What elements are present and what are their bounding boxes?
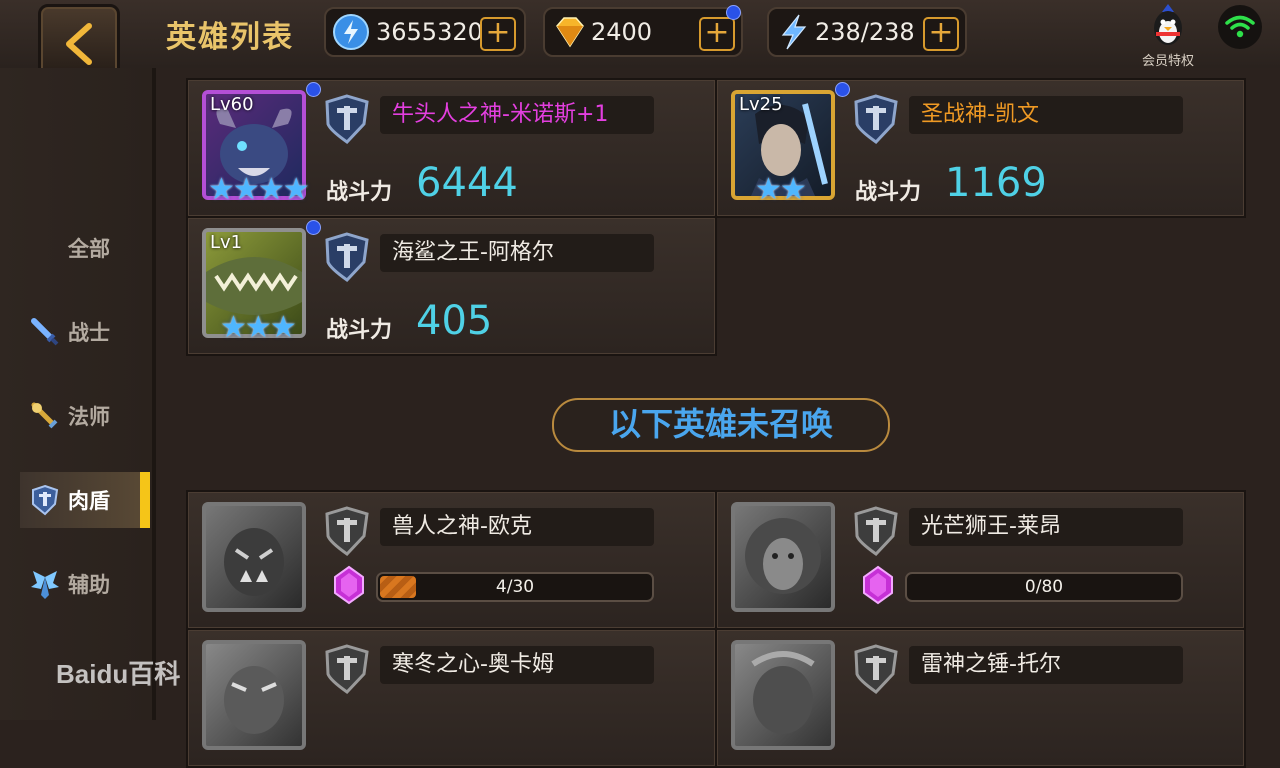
energy-value: 3655320 <box>376 18 483 46</box>
hero-name: 寒冬之心-奥卡姆 <box>380 646 654 684</box>
star-icon: ★ <box>220 310 247 345</box>
tank-class-icon <box>325 232 369 282</box>
okam-portrait <box>224 666 284 734</box>
unsummoned-hero-card[interactable]: 寒冬之心-奥卡姆 <box>186 628 717 768</box>
tank-class-icon <box>325 94 369 144</box>
notification-dot <box>726 5 741 20</box>
lightning-icon <box>781 14 807 50</box>
notification-dot <box>306 82 321 97</box>
soulstone-progress-bar: 0/80 <box>905 572 1183 602</box>
active-indicator <box>140 472 150 528</box>
vip-privilege-button[interactable]: 会员特权 <box>1138 2 1198 69</box>
sword-icon <box>28 315 62 349</box>
soulstone-icon <box>334 565 364 605</box>
power-label: 战斗力 <box>855 180 922 205</box>
sidebar-item-mage[interactable]: 法师 <box>20 388 150 444</box>
star-rating: ★ ★ ★ ★ <box>208 172 310 207</box>
hero-name: 海鲨之王-阿格尔 <box>380 234 654 272</box>
gems-value: 2400 <box>591 18 653 46</box>
penguin-icon <box>1154 4 1182 45</box>
tank-class-icon <box>325 506 369 556</box>
sidebar-item-label: 肉盾 <box>68 489 110 513</box>
star-icon: ★ <box>208 172 235 207</box>
hero-portrait <box>202 502 306 612</box>
power-label: 战斗力 <box>326 180 393 205</box>
diamond-icon <box>556 17 584 48</box>
sidebar-item-label: 辅助 <box>68 573 110 597</box>
shield-icon <box>28 483 62 517</box>
staff-icon <box>28 399 62 433</box>
notification-dot <box>835 82 850 97</box>
add-stamina-button[interactable]: + <box>923 17 959 51</box>
power-value: 405 <box>416 298 493 344</box>
soulstone-progress-bar: 4/30 <box>376 572 654 602</box>
sidebar-item-support[interactable]: 辅助 <box>20 556 150 612</box>
add-energy-button[interactable]: + <box>480 17 516 51</box>
star-icon: ★ <box>282 172 310 207</box>
hero-portrait <box>731 502 835 612</box>
notification-dot <box>306 220 321 235</box>
unsummoned-hero-card[interactable]: 兽人之神-欧克 4/30 <box>186 490 717 630</box>
unsummoned-hero-card[interactable]: 光芒狮王-莱昂 0/80 <box>715 490 1246 630</box>
hero-name: 雷神之锤-托尔 <box>909 646 1183 684</box>
hero-name: 圣战神-凯文 <box>909 96 1183 134</box>
sidebar-item-label: 法师 <box>68 405 110 429</box>
baidu-watermark: Baidu百科 <box>56 659 181 689</box>
thor-portrait <box>751 651 815 734</box>
wifi-status <box>1218 5 1262 49</box>
vip-label: 会员特权 <box>1141 54 1194 69</box>
tank-class-icon <box>854 644 898 694</box>
sidebar-item-warrior[interactable]: 战士 <box>20 304 150 360</box>
hero-card[interactable]: Lv60 ★ ★ ★ ★ 牛头人之神-米诺斯+1 战斗力 6444 <box>186 78 717 218</box>
hero-name: 光芒狮王-莱昂 <box>909 508 1183 546</box>
star-icon: ★ <box>232 172 260 207</box>
unsummoned-hero-card[interactable]: 雷神之锤-托尔 <box>715 628 1246 768</box>
star-icon: ★ <box>269 310 297 345</box>
stamina-resource: 238/238 + <box>767 7 967 57</box>
tank-class-icon <box>854 506 898 556</box>
wifi-icon <box>1225 15 1255 38</box>
soulstone-icon <box>863 565 893 605</box>
power-value: 6444 <box>416 160 518 206</box>
hero-level: Lv25 <box>739 94 783 115</box>
blue-orb-icon <box>333 14 369 50</box>
star-icon: ★ <box>244 310 272 345</box>
hero-level: Lv1 <box>210 232 243 253</box>
unsummoned-divider: 以下英雄未召唤 <box>552 398 890 452</box>
page-title: 英雄列表 <box>166 20 294 55</box>
chevron-left-icon <box>66 23 92 65</box>
sidebar-item-all[interactable]: 全部 <box>20 220 150 276</box>
star-icon: ★ <box>755 172 782 207</box>
add-gems-button[interactable]: + <box>699 17 735 51</box>
hero-portrait <box>731 640 835 750</box>
energy-resource: 3655320 + <box>324 7 526 57</box>
power-value: 1169 <box>945 160 1047 206</box>
tank-class-icon <box>854 94 898 144</box>
hero-name: 兽人之神-欧克 <box>380 508 654 546</box>
star-icon: ★ <box>779 172 807 207</box>
power-label: 战斗力 <box>326 318 393 343</box>
orc-portrait <box>224 528 284 596</box>
star-rating: ★ ★ ★ <box>220 310 297 345</box>
hero-name: 牛头人之神-米诺斯+1 <box>380 96 654 134</box>
hero-portrait <box>202 640 306 750</box>
sidebar-item-tank[interactable]: 肉盾 <box>20 472 150 528</box>
star-icon: ★ <box>257 172 285 207</box>
progress-text: 0/80 <box>1024 577 1064 597</box>
sidebar-item-label: 战士 <box>68 321 110 345</box>
hero-card[interactable]: Lv1 ★ ★ ★ 海鲨之王-阿格尔 战斗力 405 <box>186 216 717 356</box>
hero-level: Lv60 <box>210 94 254 115</box>
hero-card[interactable]: Lv25 ★ ★ 圣战神-凯文 战斗力 1169 <box>715 78 1246 218</box>
gems-resource: 2400 + <box>543 7 743 57</box>
wings-icon <box>28 567 62 601</box>
star-rating: ★ ★ <box>755 172 807 207</box>
stamina-value: 238/238 <box>815 18 915 46</box>
sidebar-item-label: 全部 <box>68 237 110 261</box>
lion-portrait <box>745 518 821 594</box>
progress-text: 4/30 <box>495 577 535 597</box>
tank-class-icon <box>325 644 369 694</box>
